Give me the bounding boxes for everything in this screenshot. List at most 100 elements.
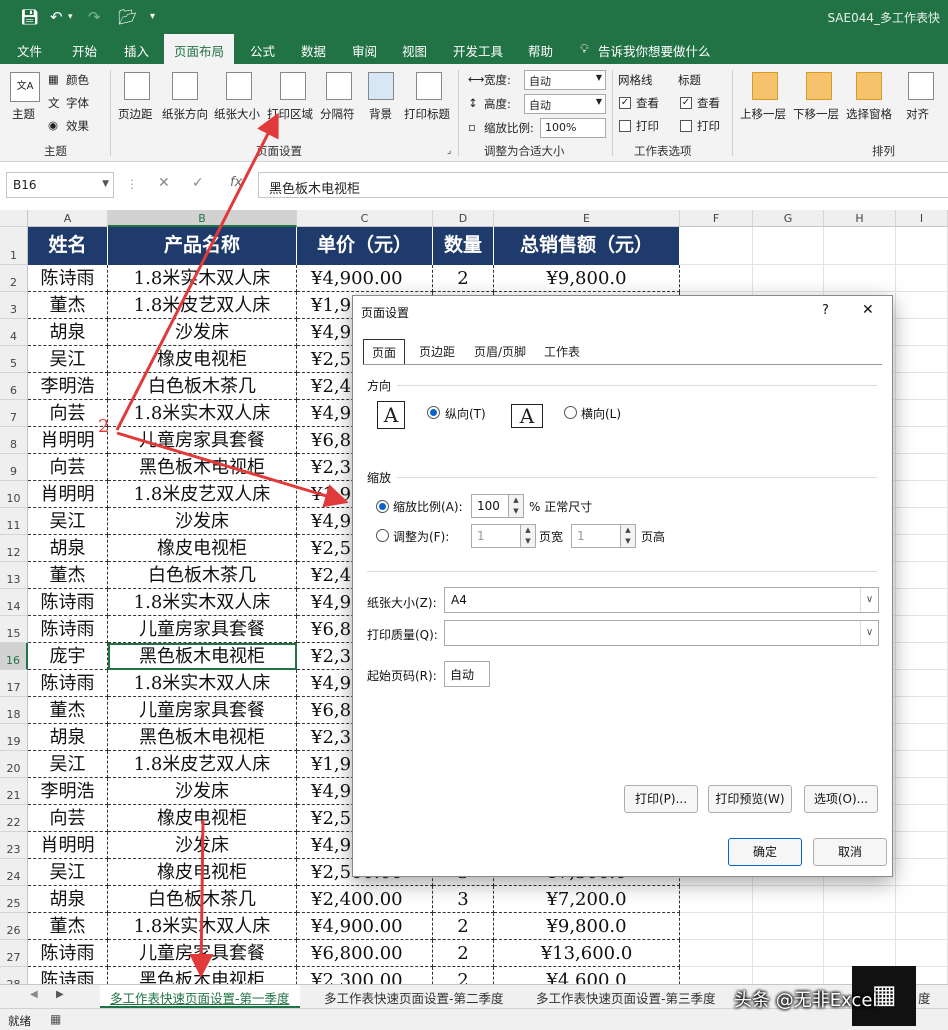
row-header[interactable]: 20 xyxy=(0,751,28,778)
table-header-cell[interactable]: 总销售额（元） xyxy=(494,227,680,265)
row-header[interactable]: 17 xyxy=(0,670,28,697)
row-header[interactable]: 14 xyxy=(0,589,28,616)
empty-cell[interactable] xyxy=(896,508,948,535)
row-header[interactable]: 2 xyxy=(0,265,28,292)
table-cell[interactable]: 吴江 xyxy=(28,751,108,778)
themes-icon[interactable]: 文A xyxy=(10,72,40,102)
empty-cell[interactable] xyxy=(896,481,948,508)
pages-tall-input[interactable]: 1 xyxy=(571,524,621,548)
row-header[interactable]: 18 xyxy=(0,697,28,724)
row-header[interactable]: 15 xyxy=(0,616,28,643)
empty-cell[interactable] xyxy=(896,265,948,292)
orientation-button[interactable]: 纸张方向 xyxy=(162,106,208,122)
empty-cell[interactable] xyxy=(896,400,948,427)
redo-icon[interactable]: ↷ xyxy=(88,8,101,26)
row-header[interactable]: 9 xyxy=(0,454,28,481)
empty-cell[interactable] xyxy=(824,886,896,913)
table-cell[interactable]: 沙发床 xyxy=(108,319,297,346)
row-header[interactable]: 24 xyxy=(0,859,28,886)
table-cell[interactable]: 黑色板木电视柜 xyxy=(108,967,297,984)
empty-cell[interactable] xyxy=(896,427,948,454)
breaks-button[interactable]: 分隔符 xyxy=(320,106,355,122)
empty-cell[interactable] xyxy=(753,967,824,984)
row-header[interactable]: 11 xyxy=(0,508,28,535)
paper-size-select[interactable]: A4 ∨ xyxy=(444,587,879,613)
empty-cell[interactable] xyxy=(753,940,824,967)
empty-cell[interactable] xyxy=(896,227,948,265)
table-cell[interactable]: 胡泉 xyxy=(28,535,108,562)
table-cell[interactable]: ¥9,800.0 xyxy=(494,913,680,940)
table-cell[interactable]: 陈诗雨 xyxy=(28,265,108,292)
bring-forward-icon[interactable] xyxy=(752,72,778,100)
table-header-cell[interactable]: 数量 xyxy=(433,227,494,265)
table-cell[interactable]: 吴江 xyxy=(28,346,108,373)
pages-wide-input[interactable]: 1 xyxy=(471,524,521,548)
table-cell[interactable]: 向芸 xyxy=(28,400,108,427)
column-header[interactable]: H xyxy=(824,210,896,227)
table-cell[interactable]: 儿童房家具套餐 xyxy=(108,697,297,724)
table-cell[interactable]: ¥2,300.00 xyxy=(297,967,433,984)
table-cell[interactable]: 胡泉 xyxy=(28,886,108,913)
sheet-tab-q3[interactable]: 多工作表快速页面设置-第三季度 xyxy=(526,985,726,1008)
empty-cell[interactable] xyxy=(680,227,753,265)
table-cell[interactable]: 肖明明 xyxy=(28,832,108,859)
tab-view[interactable]: 视图 xyxy=(402,41,427,60)
align-button[interactable]: 对齐 xyxy=(906,106,929,122)
table-cell[interactable]: 董杰 xyxy=(28,697,108,724)
tab-page-layout[interactable]: 页面布局 xyxy=(164,34,235,64)
next-sheet-icon[interactable]: ▶ xyxy=(56,989,64,1000)
row-header[interactable]: 10 xyxy=(0,481,28,508)
ok-button[interactable]: 确定 xyxy=(728,838,802,866)
tab-help[interactable]: 帮助 xyxy=(528,41,553,60)
empty-cell[interactable] xyxy=(896,292,948,319)
table-cell[interactable]: 胡泉 xyxy=(28,724,108,751)
empty-cell[interactable] xyxy=(680,913,753,940)
pages-wide-spinner[interactable]: ▲ ▼ xyxy=(520,524,536,548)
empty-cell[interactable] xyxy=(680,940,753,967)
table-cell[interactable]: 董杰 xyxy=(28,292,108,319)
column-header[interactable]: C xyxy=(297,210,433,227)
table-cell[interactable]: 橡皮电视柜 xyxy=(108,805,297,832)
table-cell[interactable]: 肖明明 xyxy=(28,427,108,454)
tab-formulas[interactable]: 公式 xyxy=(250,41,275,60)
table-cell[interactable]: 陈诗雨 xyxy=(28,670,108,697)
close-button[interactable]: ✕ xyxy=(862,302,874,318)
first-page-number-input[interactable]: 自动 xyxy=(444,661,490,687)
table-cell[interactable]: ¥4,900.00 xyxy=(297,265,433,292)
headings-print-checkbox[interactable] xyxy=(680,120,692,132)
row-header[interactable]: 28 xyxy=(0,967,28,984)
column-header[interactable]: B xyxy=(108,210,297,227)
table-cell[interactable]: 2 xyxy=(433,913,494,940)
options-button[interactable]: 选项(O)... xyxy=(804,785,878,813)
table-cell[interactable]: 董杰 xyxy=(28,913,108,940)
table-cell[interactable]: 2 xyxy=(433,967,494,984)
table-cell[interactable]: ¥4,600.0 xyxy=(494,967,680,984)
undo-dropdown-icon[interactable]: ▾ xyxy=(68,12,73,22)
table-cell[interactable]: 沙发床 xyxy=(108,832,297,859)
row-header[interactable]: 7 xyxy=(0,400,28,427)
print-preview-button[interactable]: 打印预览(W) xyxy=(708,785,792,813)
table-cell[interactable]: 董杰 xyxy=(28,562,108,589)
print-titles-button[interactable]: 打印标题 xyxy=(404,106,450,122)
table-cell[interactable]: 白色板木茶几 xyxy=(108,373,297,400)
print-button[interactable]: 打印(P)... xyxy=(624,785,698,813)
tab-review[interactable]: 审阅 xyxy=(352,41,377,60)
scale-spinner[interactable]: 100% xyxy=(540,118,606,138)
table-cell[interactable]: 陈诗雨 xyxy=(28,940,108,967)
table-cell[interactable]: 1.8米皮艺双人床 xyxy=(108,751,297,778)
table-cell[interactable]: 1.8米实木双人床 xyxy=(108,913,297,940)
table-cell[interactable]: 1.8米皮艺双人床 xyxy=(108,292,297,319)
empty-cell[interactable] xyxy=(896,373,948,400)
sheet-tab-q2[interactable]: 多工作表快速页面设置-第二季度 xyxy=(314,985,514,1008)
table-cell[interactable]: ¥9,800.0 xyxy=(494,265,680,292)
selection-pane-icon[interactable] xyxy=(856,72,882,100)
empty-cell[interactable] xyxy=(896,886,948,913)
empty-cell[interactable] xyxy=(753,913,824,940)
row-header[interactable]: 23 xyxy=(0,832,28,859)
row-header[interactable]: 8 xyxy=(0,427,28,454)
size-button[interactable]: 纸张大小 xyxy=(214,106,260,122)
gridlines-view-checkbox[interactable]: ✓ xyxy=(619,97,631,109)
table-cell[interactable]: 吴江 xyxy=(28,859,108,886)
row-header[interactable]: 4 xyxy=(0,319,28,346)
table-cell[interactable]: 黑色板木电视柜 xyxy=(108,643,297,670)
